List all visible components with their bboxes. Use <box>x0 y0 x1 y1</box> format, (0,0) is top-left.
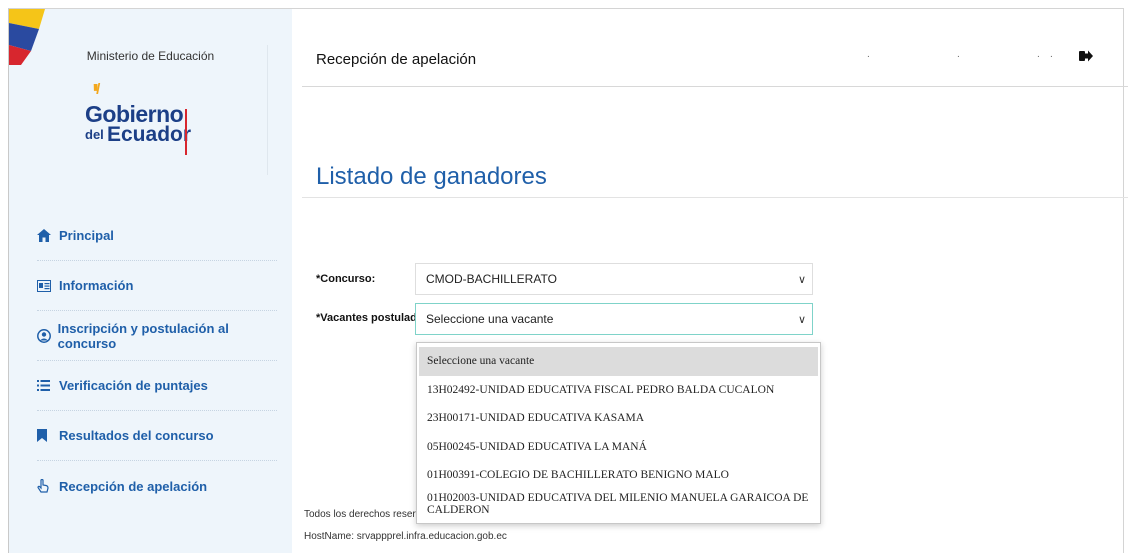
chevron-down-icon: ∨ <box>797 274 806 286</box>
dropdown-option[interactable]: 13H02492-UNIDAD EDUCATIVA FISCAL PEDRO B… <box>419 376 818 405</box>
sidebar-item-resultados[interactable]: Resultados del concurso <box>37 411 277 461</box>
sign-out-icon[interactable] <box>1079 49 1093 67</box>
sidebar: Ministerio de Educación ꞋꞋ/ Gobierno del… <box>9 9 292 553</box>
sidebar-item-apelacion[interactable]: Recepción de apelación <box>37 461 277 511</box>
sidebar-item-verificacion[interactable]: Verificación de puntajes <box>37 361 277 411</box>
sidebar-item-label: Recepción de apelación <box>59 478 208 494</box>
concurso-selected-value: CMOD-BACHILLERATO <box>426 272 557 286</box>
dropdown-option[interactable]: 05H00245-UNIDAD EDUCATIVA LA MANÁ <box>419 433 818 462</box>
sidebar-item-label: Información <box>59 278 134 293</box>
section-title: Listado de ganadores <box>316 163 547 190</box>
footer-hostname: HostName: srvappprel.infra.educacion.gob… <box>304 531 507 542</box>
ministry-name: Ministerio de Educación <box>86 49 215 63</box>
home-icon <box>37 229 59 242</box>
sidebar-item-inscripcion[interactable]: Inscripción y postulación al concurso <box>37 311 277 361</box>
sidebar-nav: Principal Información Inscripción y post… <box>37 217 277 517</box>
topbar: Recepción de apelación . . . . <box>302 9 1128 87</box>
bookmark-icon <box>37 429 59 442</box>
user-circle-icon <box>37 328 58 343</box>
footer-rights: Todos los derechos reserva <box>304 509 427 520</box>
dropdown-option[interactable]: 23H00171-UNIDAD EDUCATIVA KASAMA <box>419 404 818 433</box>
id-card-icon <box>37 279 59 292</box>
chevron-down-icon: ∨ <box>797 314 806 326</box>
logo-sun-icon: ꞋꞋ/ <box>93 81 100 98</box>
dropdown-option[interactable]: 01H00391-COLEGIO DE BACHILLERATO BENIGNO… <box>419 461 818 490</box>
concurso-select[interactable]: CMOD-BACHILLERATO ∨ <box>415 263 813 295</box>
main-content: Recepción de apelación . . . . Listado d… <box>302 9 1128 553</box>
list-icon <box>37 380 59 391</box>
hand-pointer-icon <box>37 479 59 493</box>
dropdown-option[interactable]: 01H02003-UNIDAD EDUCATIVA DEL MILENIO MA… <box>419 490 818 519</box>
vacantes-select[interactable]: Seleccione una vacante ∨ <box>415 303 813 335</box>
page-title: Recepción de apelación <box>316 51 477 68</box>
sidebar-item-label: Principal <box>59 228 114 243</box>
dropdown-option[interactable]: Seleccione una vacante <box>419 347 818 376</box>
vacantes-dropdown-list: Seleccione una vacante 13H02492-UNIDAD E… <box>416 342 821 524</box>
sidebar-item-principal[interactable]: Principal <box>37 211 277 261</box>
sidebar-item-label: Verificación de puntajes <box>59 378 208 393</box>
sidebar-item-informacion[interactable]: Información <box>37 261 277 311</box>
concurso-label: *Concurso: <box>316 273 376 285</box>
sidebar-item-label: Inscripción y postulación al concurso <box>57 320 229 351</box>
vacantes-selected-value: Seleccione una vacante <box>426 312 554 326</box>
sidebar-item-label: Resultados del concurso <box>59 428 214 443</box>
gobierno-ecuador-logo: ꞋꞋ/ Gobierno del Ecuador <box>81 81 201 167</box>
